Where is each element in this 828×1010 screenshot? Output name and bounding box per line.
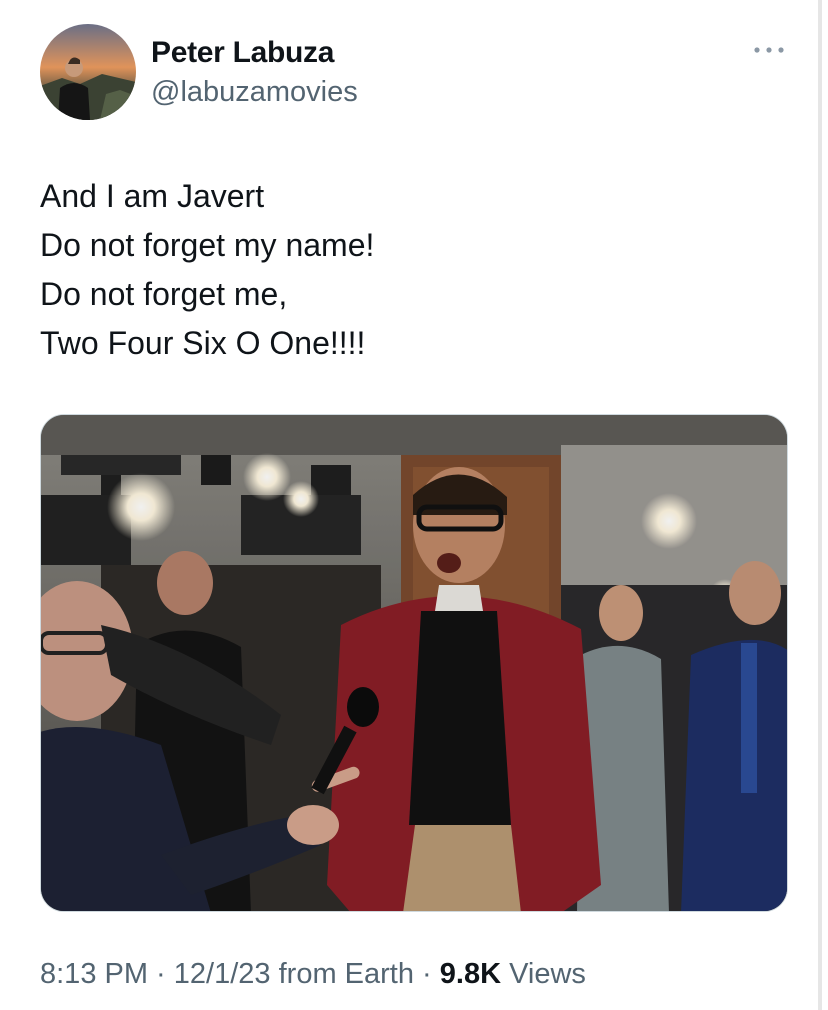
tweet-body: And I am Javert Do not forget my name! D…: [40, 172, 780, 368]
meta-separator: ·: [148, 958, 174, 990]
tweet-header: Peter Labuza @labuzamovies: [40, 24, 790, 120]
views-label[interactable]: Views: [501, 958, 586, 990]
views-count[interactable]: 9.8K: [440, 958, 501, 990]
tweet-photo[interactable]: [40, 414, 788, 912]
tweet-source: from Earth: [270, 958, 414, 990]
meta-separator: ·: [413, 958, 440, 990]
more-dots-icon[interactable]: [752, 40, 786, 60]
tweet-meta: 8:13 PM · 12/1/23 from Earth · 9.8K View…: [40, 958, 586, 991]
tweet-time[interactable]: 8:13 PM: [40, 958, 148, 990]
author-name[interactable]: Peter Labuza: [151, 36, 334, 70]
tweet-line: Do not forget me,: [40, 276, 288, 312]
author-handle[interactable]: @labuzamovies: [151, 76, 358, 109]
avatar[interactable]: [40, 24, 136, 120]
tweet-line: And I am Javert: [40, 178, 265, 214]
tweet-date[interactable]: 12/1/23: [174, 958, 271, 990]
tweet-line: Do not forget my name!: [40, 227, 375, 263]
tweet-line: Two Four Six O One!!!!: [40, 325, 366, 361]
scrollbar-track: [818, 0, 822, 1010]
